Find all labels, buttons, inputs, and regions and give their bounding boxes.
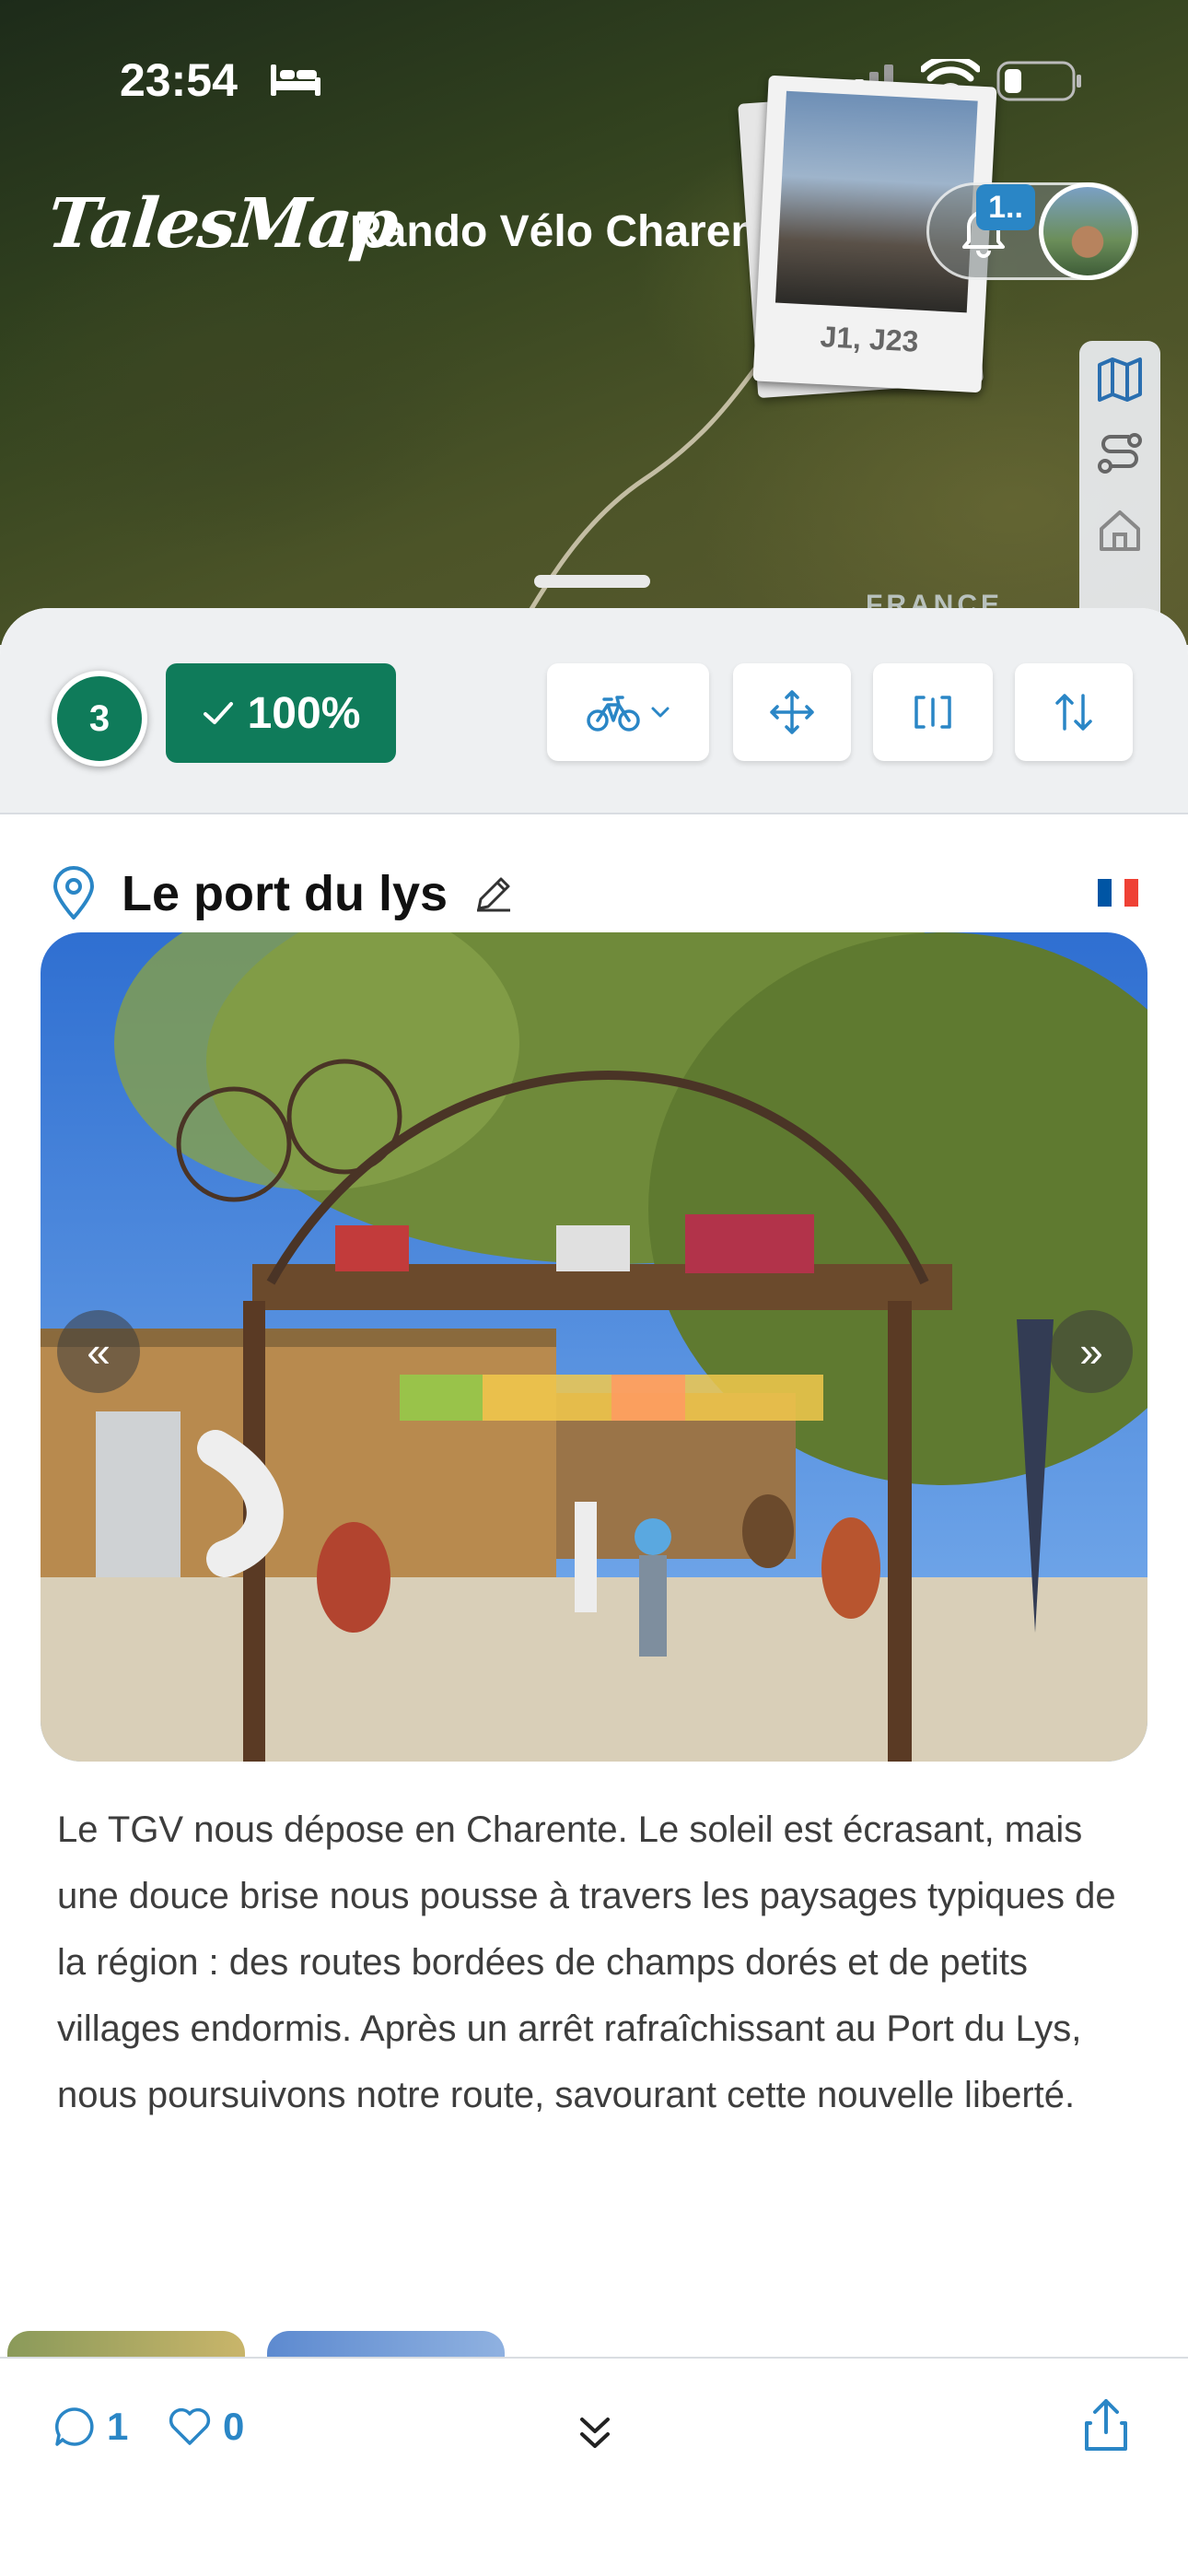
progress-button[interactable]: 100% <box>166 663 396 763</box>
comments-count: 1 <box>107 2405 129 2448</box>
step-toolbar: 3 100% <box>0 608 1188 814</box>
bed-icon <box>271 64 320 96</box>
gallery-photo <box>41 932 1147 1762</box>
location-pin-icon <box>53 866 94 919</box>
bottom-action-bar: 1 0 <box>0 2357 1188 2576</box>
step-description: Le TGV nous dépose en Charente. Le solei… <box>57 1809 1116 2115</box>
share-button[interactable] <box>1083 2397 1129 2453</box>
country-flag <box>1098 879 1139 907</box>
chevron-down-icon <box>651 707 670 718</box>
like-button[interactable]: 0 <box>168 2405 244 2449</box>
sheet-drag-handle[interactable] <box>534 575 650 588</box>
likes-count: 0 <box>223 2405 245 2448</box>
transport-mode-button[interactable] <box>547 663 709 761</box>
heart-icon <box>169 2407 211 2445</box>
map-side-toolbar <box>1079 341 1160 636</box>
notification-badge: 1.. <box>976 184 1035 230</box>
split-button[interactable] <box>873 663 993 761</box>
share-icon <box>1085 2399 1127 2451</box>
expand-down-button[interactable] <box>577 2414 613 2453</box>
split-icon <box>914 696 951 729</box>
route-icon[interactable] <box>1096 429 1144 477</box>
marker-caption: J1, J23 <box>819 320 920 358</box>
comments-button[interactable]: 1 <box>53 2405 128 2449</box>
check-icon <box>203 702 233 724</box>
map-icon[interactable] <box>1096 356 1144 404</box>
move-arrows-icon <box>770 690 814 734</box>
home-icon[interactable] <box>1096 507 1144 555</box>
carousel-next-button[interactable]: » <box>1050 1310 1133 1393</box>
photo-gallery[interactable] <box>41 932 1147 1762</box>
place-header: Le port du lys <box>52 848 1139 940</box>
status-time: 23:54 <box>120 54 238 106</box>
app-logo[interactable]: TalesMap <box>43 184 400 263</box>
step-detail-sheet: 3 100% Le port du lys « » Le TGV nous dé… <box>0 608 1188 2576</box>
sort-button[interactable] <box>1015 663 1133 761</box>
place-title: Le port du lys <box>122 866 448 921</box>
pencil-icon[interactable] <box>473 873 514 914</box>
user-avatar[interactable] <box>1039 182 1136 280</box>
comment-icon <box>55 2407 94 2446</box>
bicycle-icon <box>587 696 640 732</box>
carousel-prev-button[interactable]: « <box>57 1310 140 1393</box>
move-button[interactable] <box>733 663 851 761</box>
progress-value: 100% <box>247 688 361 738</box>
step-number-badge[interactable]: 3 <box>52 671 147 767</box>
battery-icon <box>996 61 1081 101</box>
chevron-double-down-icon <box>580 2418 610 2448</box>
sort-arrows-icon <box>1055 694 1092 731</box>
